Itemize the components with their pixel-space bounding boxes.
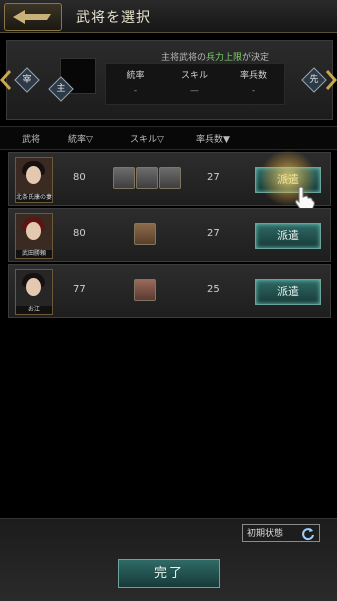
general-row-3[interactable]: お江 77 25 派遣 [8, 264, 331, 318]
stat-skill-label: スキル [180, 71, 208, 81]
stat-troops-label: 率兵数 [239, 71, 267, 81]
general-name-1: 北条氏康の妻 [16, 194, 53, 202]
skill-scroll-icon[interactable] [113, 167, 135, 189]
general-row-2[interactable]: 武田勝頼 80 27 派遣 [8, 208, 331, 262]
skill-spear-icon[interactable] [134, 223, 156, 245]
general-command-3: 77 [73, 284, 86, 295]
next-arrow-icon[interactable] [325, 70, 337, 90]
back-arrow-icon [13, 10, 51, 24]
refresh-icon [302, 528, 314, 541]
general-command-2: 80 [73, 228, 86, 239]
general-command-1: 80 [73, 172, 86, 183]
general-troops-1: 27 [207, 172, 220, 183]
general-troops-3: 25 [207, 284, 220, 295]
back-button[interactable] [4, 3, 62, 31]
done-button[interactable]: 完了 [118, 559, 220, 588]
reset-label: 初期状態 [247, 529, 284, 539]
stat-troops-value: - [251, 86, 256, 96]
general-portrait-3: お江 [15, 269, 53, 315]
column-skill[interactable]: スキル▽ [130, 132, 164, 145]
general-portrait-2: 武田勝頼 [15, 213, 53, 259]
column-header: 武将 統率▽ スキル▽ 率兵数▼ [0, 126, 337, 150]
page-title: 武将を選択 [76, 10, 151, 26]
skill-banner-icon[interactable] [136, 167, 158, 189]
stat-skill-value: — [190, 86, 199, 96]
general-name-2: 武田勝頼 [16, 250, 52, 258]
leader-stats: 統率 スキル 率兵数 - — - [105, 63, 285, 105]
column-command[interactable]: 統率▽ [68, 132, 93, 145]
general-portrait-1: 北条氏康の妻 [15, 157, 53, 203]
leader-condition-text: 主将武将の兵力上限が決定 [160, 53, 270, 63]
skill-wing-icon[interactable] [159, 167, 181, 189]
header-bar: 武将を選択 [0, 0, 337, 33]
stat-command-value: - [133, 86, 138, 96]
stat-command-label: 統率 [126, 71, 145, 81]
general-name-3: お江 [16, 306, 52, 314]
reset-button[interactable]: 初期状態 [242, 524, 320, 542]
condition-highlight: 兵力上限 [205, 53, 242, 63]
general-troops-2: 27 [207, 228, 220, 239]
column-troops[interactable]: 率兵数▼ [196, 132, 230, 145]
column-general[interactable]: 武将 [22, 132, 40, 145]
dispatch-button-2[interactable]: 派遣 [255, 223, 321, 249]
skill-portrait-icon[interactable] [134, 279, 156, 301]
previous-arrow-icon[interactable] [0, 70, 12, 90]
dispatch-button-3[interactable]: 派遣 [255, 279, 321, 305]
